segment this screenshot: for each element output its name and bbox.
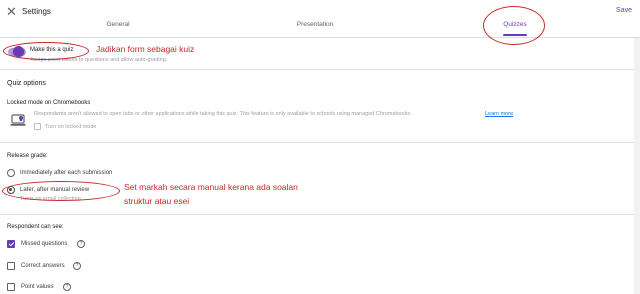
help-icon[interactable]: ? — [77, 240, 85, 248]
annotation-quiz: Jadikan form sebagai kuiz — [96, 44, 195, 54]
dialog-title: Settings — [22, 7, 51, 16]
divider — [0, 69, 634, 70]
missed-questions-checkbox[interactable] — [7, 240, 15, 248]
annotation-grade-line2: struktur atau esei — [124, 196, 190, 206]
learn-more-link[interactable]: Learn more — [485, 111, 513, 117]
quiz-toggle-highlight-ellipse — [3, 42, 89, 60]
help-icon[interactable]: ? — [73, 262, 81, 270]
locked-mode-checkbox[interactable] — [34, 123, 41, 130]
settings-header: ✕ Settings Save General Presentation Qui… — [0, 0, 640, 38]
quizzes-tab-highlight-ellipse — [483, 6, 545, 45]
tab-presentation[interactable]: Presentation — [290, 21, 340, 28]
tab-general[interactable]: General — [103, 21, 133, 28]
quiz-options-heading: Quiz options — [7, 80, 46, 87]
release-grade-heading: Release grade: — [7, 153, 48, 159]
divider — [0, 142, 634, 143]
manual-review-highlight-ellipse — [2, 181, 120, 201]
release-immediately-radio[interactable] — [7, 169, 15, 177]
locked-mode-checkbox-label: Turn on locked mode — [45, 124, 97, 130]
divider — [0, 214, 634, 215]
missed-questions-label: Missed questions — [21, 241, 68, 247]
locked-mode-description: Respondents aren't allowed to open tabs … — [34, 111, 412, 117]
release-immediately-label: Immediately after each submission — [20, 170, 113, 176]
point-values-checkbox[interactable] — [7, 283, 15, 291]
locked-mode-heading: Locked mode on Chromebooks — [7, 100, 91, 106]
point-values-label: Point values — [21, 284, 54, 290]
correct-answers-checkbox[interactable] — [7, 262, 15, 270]
close-icon[interactable]: ✕ — [6, 5, 17, 19]
correct-answers-label: Correct answers — [21, 263, 65, 269]
respondent-can-see-heading: Respondent can see: — [7, 224, 64, 230]
quizzes-panel: Make this a quiz Assign point values to … — [0, 38, 634, 294]
save-button[interactable]: Save — [616, 7, 632, 14]
laptop-icon — [10, 114, 26, 126]
scrollbar[interactable] — [634, 38, 640, 294]
annotation-grade-line1: Set markah secara manual kerana ada soal… — [124, 182, 298, 192]
help-icon[interactable]: ? — [63, 283, 71, 291]
